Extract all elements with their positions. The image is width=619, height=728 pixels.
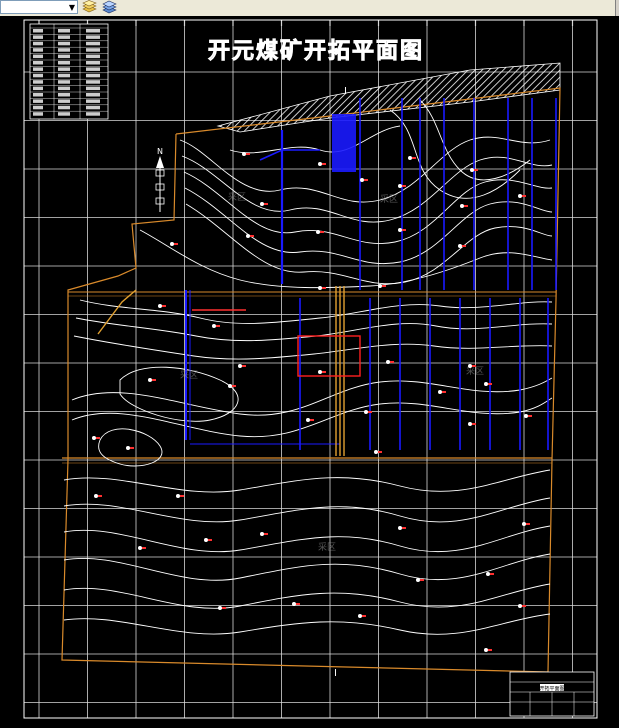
- mine-boundary: [61, 87, 561, 673]
- contour-line: [139, 229, 553, 289]
- borehole-marker: [358, 614, 366, 618]
- title-block-label: 开拓平面图: [539, 685, 564, 692]
- contour-line: [73, 335, 553, 360]
- borehole-marker: [238, 364, 246, 368]
- district-label: 采区: [318, 542, 336, 553]
- borehole-marker: [204, 538, 212, 542]
- section-marker-bottom: I: [334, 668, 337, 679]
- borehole-marker: [138, 546, 146, 550]
- drawing-frame: [23, 19, 598, 719]
- borehole-marker: [158, 304, 166, 308]
- highlight-box: [297, 335, 361, 377]
- borehole-marker: [316, 230, 324, 234]
- drawing-canvas[interactable]: 开元煤矿开拓平面图 N I I 采区 采区 采区 采区 采区 开拓平面图: [0, 16, 619, 728]
- contour-line: [183, 171, 553, 244]
- contour-line: [63, 525, 551, 553]
- mine-plan-drawing: 开元煤矿开拓平面图 N I I 采区 采区 采区 采区 采区 开拓平面图: [23, 19, 598, 719]
- contour-line: [185, 203, 553, 285]
- borehole-marker: [438, 390, 446, 394]
- borehole-marker: [148, 378, 156, 382]
- coordinate-grid: [24, 20, 597, 718]
- contour-line: [75, 317, 553, 342]
- borehole-marker: [126, 446, 134, 450]
- contour-line: [63, 469, 551, 493]
- borehole-marker: [92, 436, 100, 440]
- layer-dropdown[interactable]: ▼: [0, 0, 78, 14]
- borehole-marker: [460, 204, 468, 208]
- roadways: [190, 98, 557, 450]
- borehole-marker: [408, 156, 416, 160]
- borehole-marker: [260, 202, 268, 206]
- borehole-marker: [318, 162, 326, 166]
- chevron-down-icon[interactable]: ▼: [69, 2, 75, 14]
- title-block: 开拓平面图: [509, 671, 595, 717]
- layer-stack-icon[interactable]: [102, 0, 117, 14]
- borehole-marker: [318, 286, 326, 290]
- contour-line: [419, 99, 531, 181]
- toolbar-edge: [615, 0, 619, 16]
- borehole-marker: [176, 494, 184, 498]
- layer-states-icon[interactable]: [82, 0, 97, 14]
- borehole-marker: [360, 178, 368, 182]
- section-marker-top: I: [344, 86, 347, 97]
- district-label: 采区: [228, 192, 246, 203]
- borehole-marker: [518, 194, 526, 198]
- borehole-marker: [94, 494, 102, 498]
- borehole-marker: [306, 418, 314, 422]
- borehole-marker: [260, 532, 268, 536]
- contour-line: [63, 497, 551, 523]
- borehole-marker: [522, 522, 530, 526]
- borehole-marker: [484, 648, 492, 652]
- borehole-marker: [212, 324, 220, 328]
- district-label: 采区: [466, 366, 484, 377]
- borehole-marker: [398, 526, 406, 530]
- borehole-marker: [518, 604, 526, 608]
- drawing-title: 开元煤矿开拓平面图: [208, 38, 424, 64]
- shaft-block: [332, 114, 356, 172]
- roadway-line: [259, 149, 320, 161]
- contour-line: [63, 553, 551, 581]
- contour-line: [71, 377, 553, 416]
- toolbar: ▼: [0, 0, 619, 17]
- contour-line: [389, 109, 521, 199]
- contour-line: [229, 125, 401, 154]
- borehole-marker: [524, 414, 532, 418]
- contour-line: [79, 299, 553, 324]
- contour-line: [63, 583, 551, 609]
- borehole-marker: [486, 572, 494, 576]
- north-label: N: [157, 147, 163, 156]
- borehole-marker: [374, 450, 382, 454]
- north-arrow: N: [155, 147, 165, 212]
- district-labels: 采区 采区 采区 采区 采区: [180, 192, 484, 553]
- borehole-marker: [218, 606, 226, 610]
- district-label: 采区: [180, 370, 198, 381]
- legend-table: [29, 23, 109, 120]
- borehole-marker: [170, 242, 178, 246]
- contour-line: [63, 613, 551, 635]
- borehole-marker: [468, 422, 476, 426]
- district-label: 采区: [380, 194, 398, 205]
- borehole-marker: [318, 370, 326, 374]
